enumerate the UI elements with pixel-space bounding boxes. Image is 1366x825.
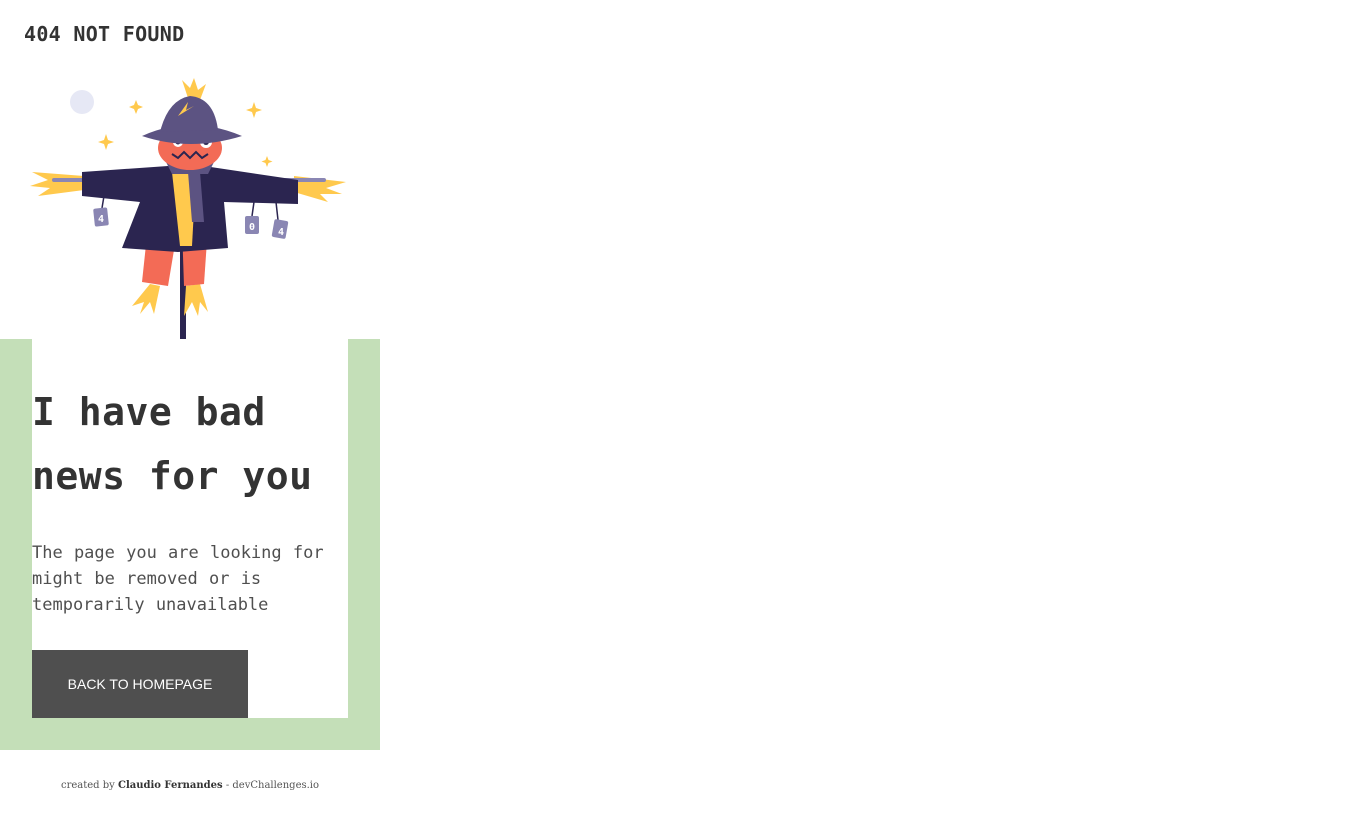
page-title: 404 NOT FOUND — [24, 22, 185, 46]
back-to-homepage-button[interactable]: BACK TO HOMEPAGE — [32, 650, 248, 718]
footer-separator: - — [225, 780, 230, 791]
footer-site[interactable]: devChallenges.io — [232, 780, 319, 791]
can-tag-middle: 0 — [249, 222, 255, 233]
error-message: The page you are looking for might be re… — [32, 543, 324, 615]
can-tag-left: 4 — [98, 214, 104, 225]
footer-author[interactable]: Claudio Fernandes — [118, 780, 223, 791]
can-tag-right: 4 — [278, 227, 284, 238]
footer-prefix: created by — [60, 780, 115, 791]
moon-icon — [70, 90, 94, 114]
error-headline: I have bad news for you — [32, 390, 313, 498]
page: 404 NOT FOUND 4 0 4 I have bad news for … — [0, 0, 1366, 825]
scarecrow-illustration: 4 0 4 — [30, 78, 346, 342]
footer-credit: created by Claudio Fernandes - devChalle… — [0, 780, 380, 791]
